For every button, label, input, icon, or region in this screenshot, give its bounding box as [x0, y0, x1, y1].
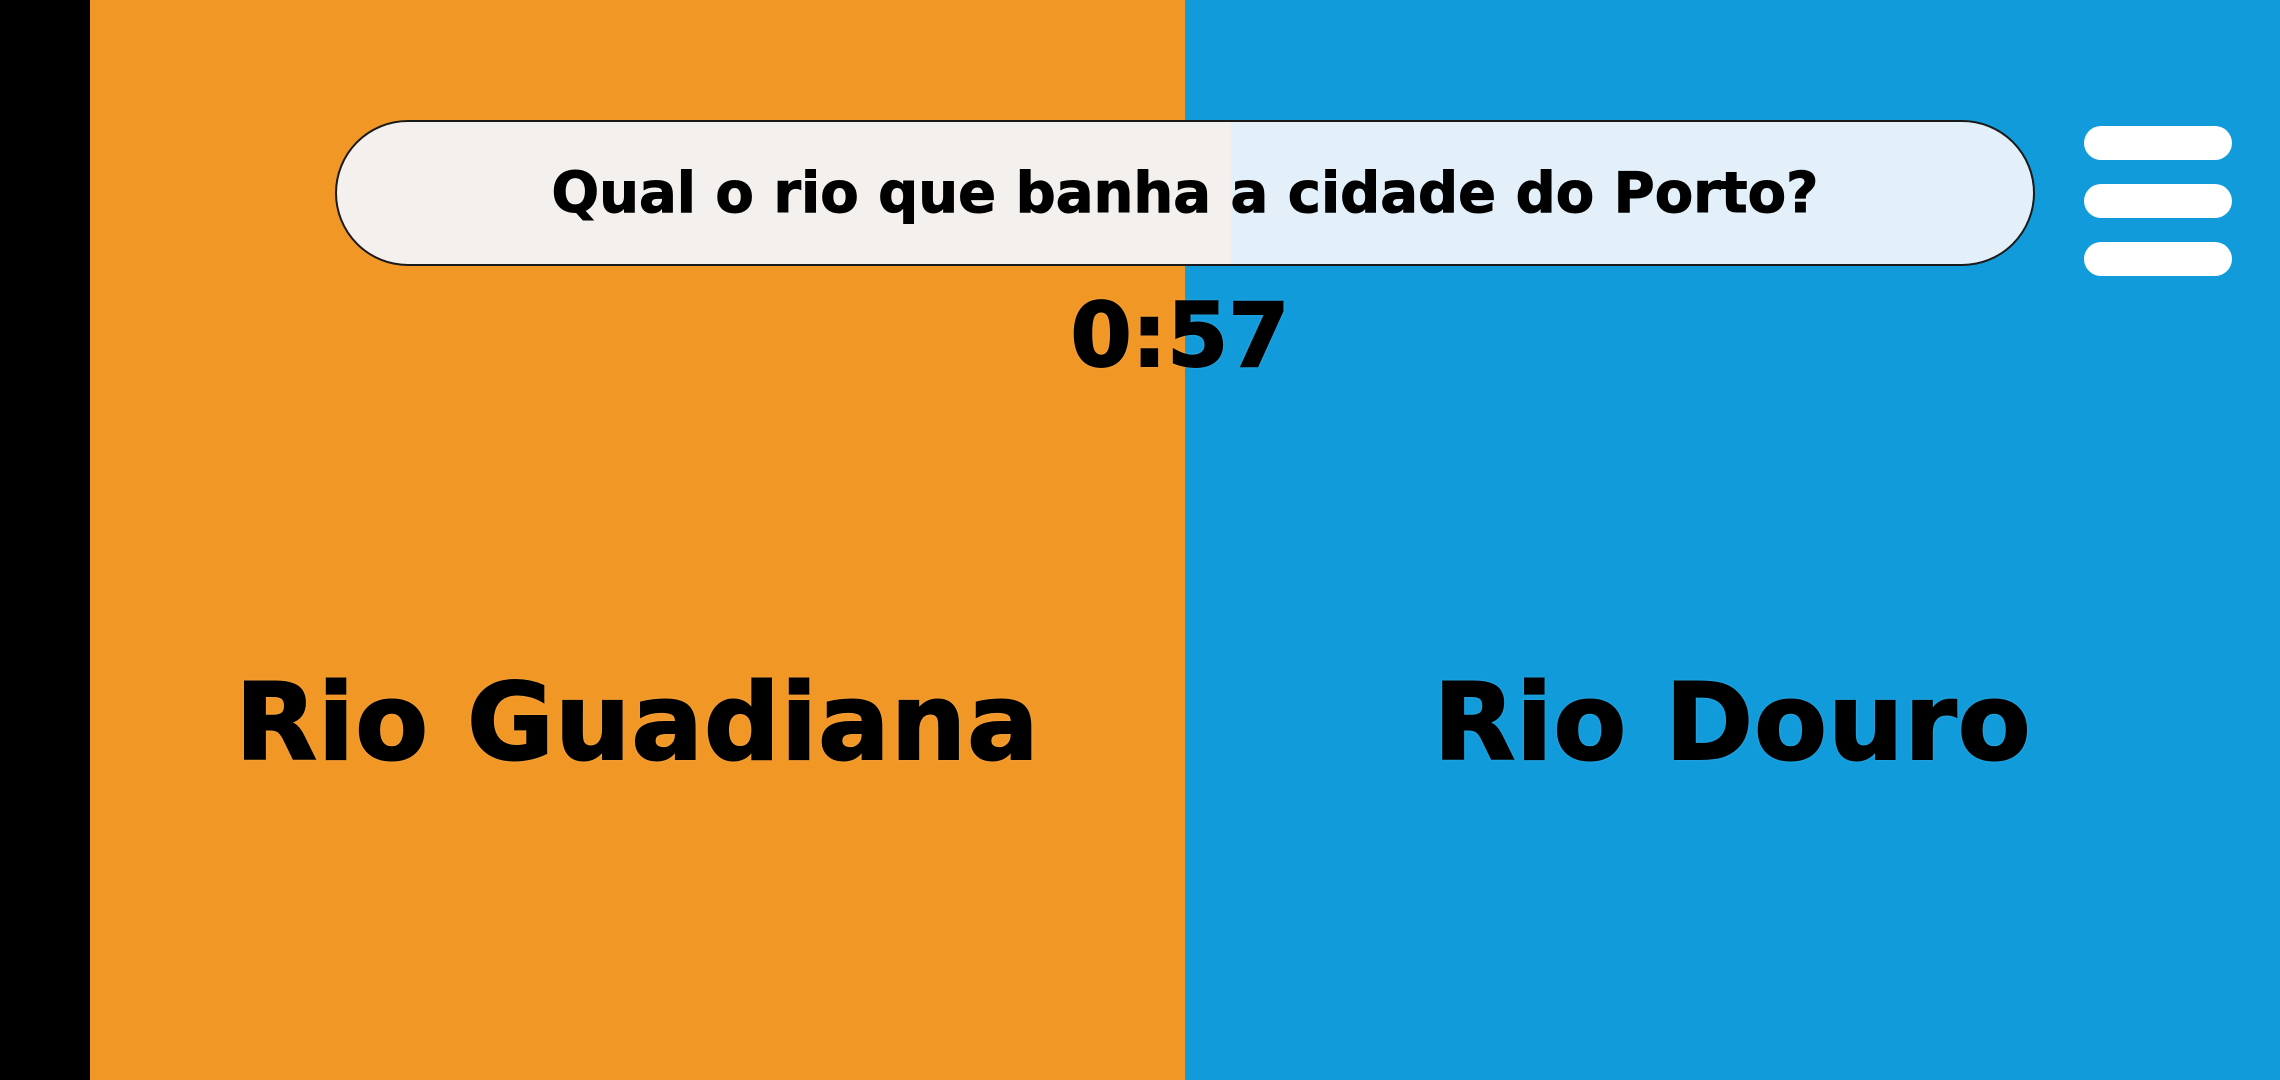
screen-edge	[0, 0, 90, 1080]
answer-left-label: Rio Guadiana	[234, 661, 1040, 784]
countdown-timer: 0:57	[1070, 284, 1291, 387]
question-box: Qual o rio que banha a cidade do Porto?	[335, 120, 2035, 266]
menu-button[interactable]	[2082, 124, 2234, 278]
answer-right-label: Rio Douro	[1432, 661, 2032, 784]
game-screen: Rio Guadiana Rio Douro Qual o rio que ba…	[0, 0, 2280, 1080]
question-text: Qual o rio que banha a cidade do Porto?	[551, 160, 1819, 226]
